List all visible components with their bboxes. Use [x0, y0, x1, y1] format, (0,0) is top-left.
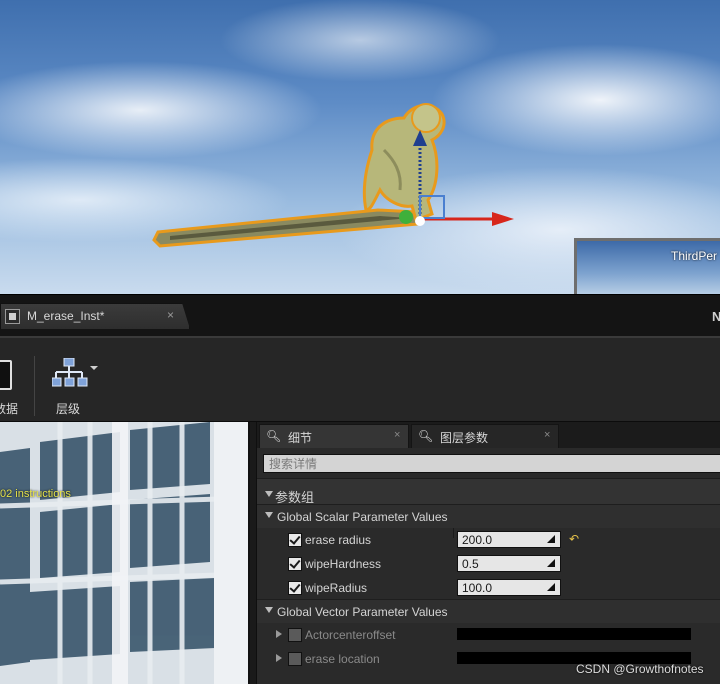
actor-center-offset-label: Actorcenteroffset: [305, 628, 396, 642]
character-mesh[interactable]: [362, 103, 446, 222]
toolbar-data-button[interactable]: 数据: [0, 338, 30, 424]
close-icon[interactable]: ×: [394, 429, 400, 441]
drag-handle-icon[interactable]: [547, 583, 556, 592]
toolbar-separator: [34, 356, 35, 416]
watermark-text: CSDN @Growthofnotes: [576, 662, 704, 676]
gizmo-x-arrow[interactable]: [492, 212, 514, 226]
collapse-arrow-icon[interactable]: [265, 607, 273, 613]
wipe-hardness-label: wipeHardness: [305, 557, 382, 571]
scalar-section-header[interactable]: Global Scalar Parameter Values: [257, 504, 720, 528]
expand-arrow-icon[interactable]: [276, 630, 282, 638]
expand-arrow-icon[interactable]: [276, 654, 282, 662]
wipe-hardness-checkbox[interactable]: [288, 557, 302, 571]
close-icon[interactable]: ×: [544, 429, 550, 441]
collapse-arrow-icon[interactable]: [265, 512, 273, 518]
wipe-radius-value: 100.0: [462, 581, 493, 595]
erase-location-checkbox[interactable]: [288, 652, 302, 666]
wipe-radius-input[interactable]: 100.0: [457, 579, 561, 596]
wipe-hardness-value: 0.5: [462, 557, 479, 571]
actor-center-offset-color-swatch[interactable]: [457, 628, 691, 640]
gizmo-y-handle[interactable]: [399, 210, 413, 224]
dropdown-arrow-icon: [90, 366, 98, 370]
details-panel: 🔍︎ 细节 × 🔍︎ 图层参数 × 参数组 Global Scalar Para…: [256, 422, 720, 684]
erase-location-label: erase location: [305, 652, 380, 666]
erase-radius-checkbox[interactable]: [288, 533, 302, 547]
drag-handle-icon[interactable]: [547, 559, 556, 568]
vector-section-header[interactable]: Global Vector Parameter Values: [257, 599, 720, 623]
monitor-icon: [0, 360, 12, 390]
building-preview-image: [0, 422, 248, 684]
tab-layer-parameters-label: 图层参数: [440, 431, 489, 445]
toolbar-data-label: 数据: [0, 402, 19, 416]
scalar-row-wipe-hardness: wipeHardness 0.5: [257, 552, 720, 576]
tab-title: M_erase_Inst*: [27, 309, 105, 323]
wipe-radius-checkbox[interactable]: [288, 581, 302, 595]
toolbar-hierarchy-label: 层级: [56, 402, 81, 416]
level-viewport[interactable]: ThirdPer: [0, 0, 720, 294]
material-asset-icon: [5, 309, 20, 324]
magnifier-icon: 🔍︎: [418, 429, 434, 443]
wipe-hardness-input[interactable]: 0.5: [457, 555, 561, 572]
material-instance-tab[interactable]: M_erase_Inst* ×: [0, 303, 190, 329]
vector-section-label: Global Vector Parameter Values: [277, 605, 448, 619]
collapse-arrow-icon[interactable]: [265, 491, 273, 497]
erase-radius-value: 200.0: [462, 533, 493, 547]
material-preview-viewport[interactable]: 02 instructions: [0, 422, 250, 684]
drag-handle-icon[interactable]: [547, 535, 556, 544]
tab-layer-parameters[interactable]: 🔍︎ 图层参数 ×: [411, 424, 559, 448]
search-details-input[interactable]: [264, 455, 720, 473]
tab-details[interactable]: 🔍︎ 细节 ×: [259, 424, 409, 448]
search-details-box[interactable]: [263, 454, 720, 473]
editor-toolbar: 数据 层级: [0, 336, 720, 422]
editor-tab-strip: M_erase_Inst* × N: [0, 294, 720, 336]
close-icon[interactable]: ×: [167, 308, 174, 322]
tab-details-label: 细节: [288, 431, 313, 445]
scalar-section-label: Global Scalar Parameter Values: [277, 510, 448, 524]
magnifier-icon: 🔍︎: [266, 429, 282, 443]
camera-preview-thumbnail[interactable]: ThirdPer: [574, 238, 720, 294]
actor-center-offset-checkbox[interactable]: [288, 628, 302, 642]
scalar-row-wipe-radius: wipeRadius 100.0: [257, 576, 720, 600]
erase-radius-label: erase radius: [305, 533, 372, 547]
wipe-radius-label: wipeRadius: [305, 581, 368, 595]
toolbar-hierarchy-button[interactable]: 层级: [48, 338, 108, 424]
hierarchy-icon: [52, 358, 98, 387]
vector-row-actor-center-offset: Actorcenteroffset: [257, 623, 720, 647]
erase-radius-input[interactable]: 200.0: [457, 531, 561, 548]
shader-instructions-readout: 02 instructions: [0, 488, 71, 500]
scalar-row-erase-radius: erase radius 200.0 ↶: [257, 528, 720, 552]
reset-to-default-icon[interactable]: ↶: [569, 532, 579, 546]
tab-strip-overflow-label: N: [712, 309, 720, 324]
preview-label: ThirdPer: [671, 249, 718, 263]
details-tab-bar: 🔍︎ 细节 × 🔍︎ 图层参数 ×: [257, 422, 720, 448]
